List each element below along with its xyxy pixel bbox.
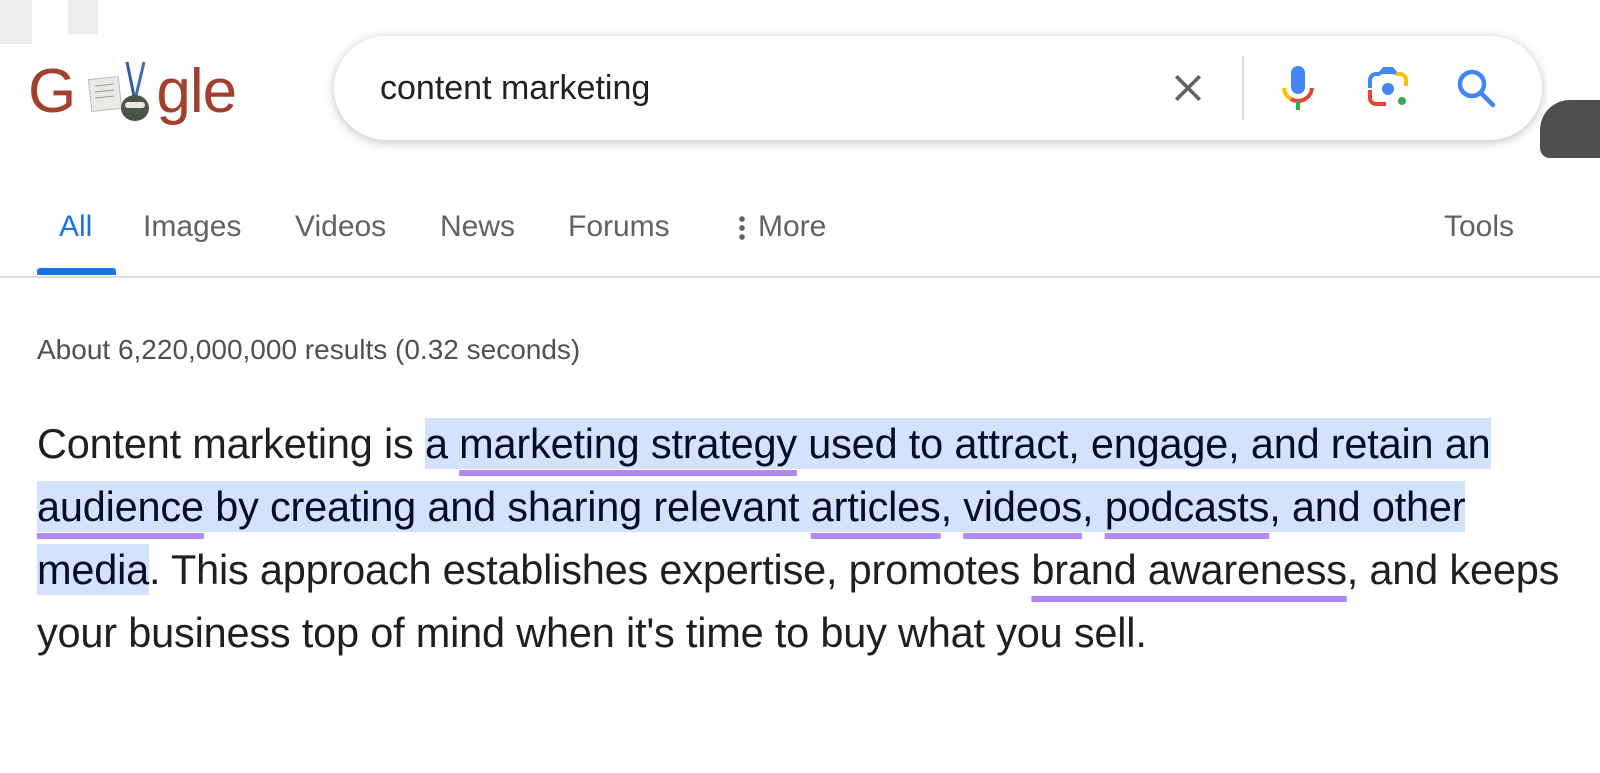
tools-button[interactable]: Tools [1444, 210, 1514, 244]
google-lens-icon [1368, 67, 1408, 106]
microphone-icon [1282, 66, 1314, 110]
close-icon [1174, 74, 1202, 102]
snippet-text: , [1082, 483, 1105, 530]
tab-forums[interactable]: Forums [568, 210, 670, 244]
search-input[interactable] [380, 62, 1140, 114]
snippet-text: . This approach establishes expertise, p… [149, 546, 1032, 593]
tab-more[interactable]: More [738, 210, 826, 244]
active-tab-indicator [37, 268, 116, 275]
snippet-text: , [940, 483, 964, 530]
tab-videos[interactable]: Videos [295, 210, 386, 244]
doodle-ink-blot [1540, 100, 1600, 158]
term-link-videos[interactable]: videos [963, 483, 1082, 530]
search-button[interactable] [1452, 64, 1500, 112]
tab-news[interactable]: News [440, 210, 515, 244]
search-box[interactable] [334, 36, 1542, 140]
snippet-text: used to attract, engage, and retain an [796, 420, 1491, 467]
pen-and-inkwell-doodle-icon [88, 61, 149, 121]
google-logo[interactable]: G gle [28, 54, 238, 130]
term-link-podcasts[interactable]: podcasts [1105, 483, 1270, 530]
term-link-audience[interactable]: audience [37, 483, 204, 530]
doodle-scrap [0, 0, 32, 44]
voice-search-button[interactable] [1274, 64, 1322, 112]
tab-more-label: More [758, 210, 827, 243]
tab-images[interactable]: Images [143, 210, 241, 244]
snippet-text: Content marketing is [37, 420, 425, 467]
snippet-text: a [424, 420, 460, 467]
snippet-text: by creating and sharing relevant [203, 483, 811, 530]
clear-button[interactable] [1164, 64, 1212, 112]
doodle-scrap [68, 0, 98, 34]
more-vert-icon [739, 216, 745, 240]
term-link-brand-awareness[interactable]: brand awareness [1031, 546, 1347, 593]
tab-all[interactable]: All [59, 210, 92, 244]
term-link-articles[interactable]: articles [811, 483, 941, 530]
search-tabs: All Images Videos News Forums More Tools [0, 190, 1600, 278]
search-icon [1457, 69, 1496, 108]
search-divider [1242, 56, 1244, 120]
featured-snippet: Content marketing is a marketing strateg… [37, 412, 1567, 664]
term-link-marketing-strategy[interactable]: marketing strategy [459, 420, 797, 467]
result-stats: About 6,220,000,000 results (0.32 second… [37, 334, 581, 365]
image-search-button[interactable] [1364, 64, 1412, 112]
